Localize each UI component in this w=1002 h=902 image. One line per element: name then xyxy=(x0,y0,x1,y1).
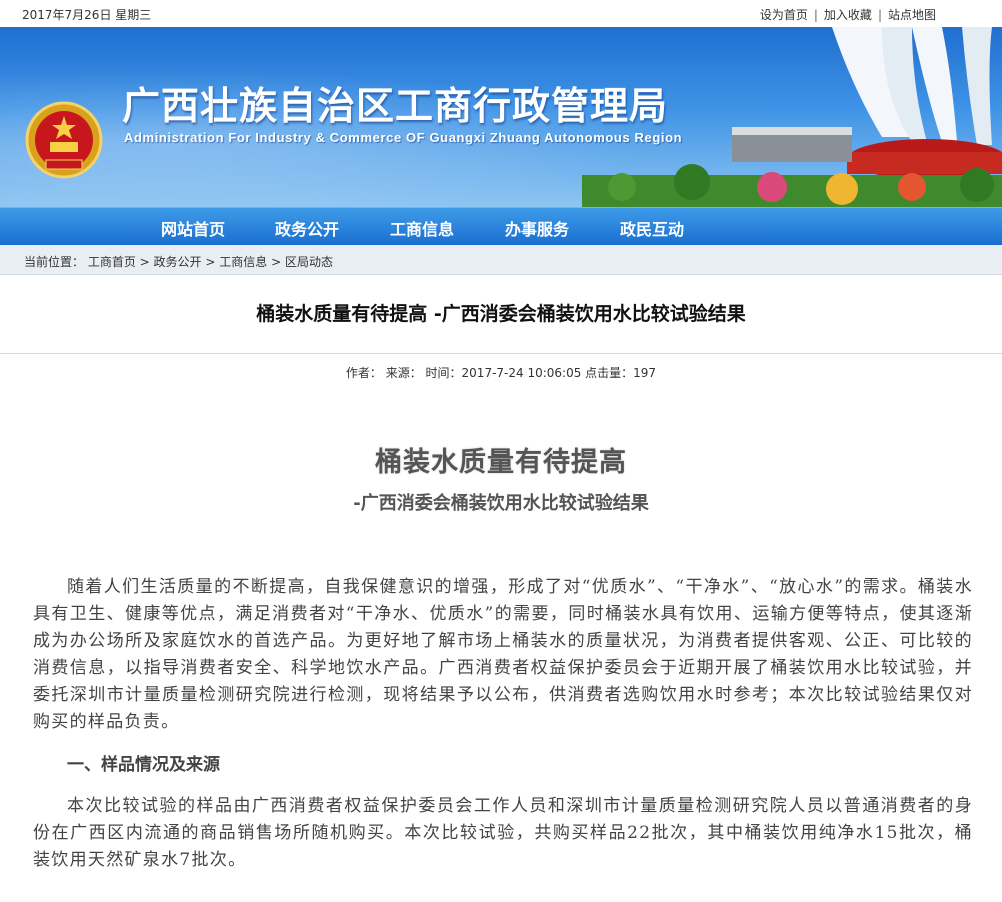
main-nav: 网站首页 政务公开 工商信息 办事服务 政民互动 xyxy=(0,207,1002,245)
top-bar: 2017年7月26日 星期三 设为首页 | 加入收藏 | 站点地图 xyxy=(0,0,1002,27)
breadcrumb-label: 当前位置： xyxy=(24,255,85,269)
top-links: 设为首页 | 加入收藏 | 站点地图 xyxy=(759,8,936,22)
document-subheading: -广西消委会桶装饮用水比较试验结果 xyxy=(353,493,649,514)
nav-item-home[interactable]: 网站首页 xyxy=(161,216,225,240)
document-heading: 桶装水质量有待提高 xyxy=(375,447,627,478)
nav-item-interaction[interactable]: 政民互动 xyxy=(620,216,684,240)
article-meta: 作者： 来源： 时间：2017-7-24 10:06:05 点击量：197 xyxy=(345,366,657,380)
breadcrumb-item-gov[interactable]: 政务公开 xyxy=(154,255,202,269)
article-title: 桶装水质量有待提高 -广西消委会桶装饮用水比较试验结果 xyxy=(0,275,1002,354)
nav-item-business-info[interactable]: 工商信息 xyxy=(390,216,454,240)
set-home-link[interactable]: 设为首页 xyxy=(760,8,808,22)
breadcrumb-item-home[interactable]: 工商首页 xyxy=(88,255,136,269)
add-favorite-link[interactable]: 加入收藏 xyxy=(824,8,872,22)
nav-item-government-affairs[interactable]: 政务公开 xyxy=(275,216,339,240)
sitemap-link[interactable]: 站点地图 xyxy=(888,8,936,22)
convention-center-image xyxy=(582,27,1002,207)
section-heading: 一、样品情况及来源 xyxy=(67,755,220,775)
nav-item-services[interactable]: 办事服务 xyxy=(505,216,569,240)
national-emblem-icon xyxy=(25,101,103,179)
paragraph-samples: 本次比较试验的样品由广西消费者权益保护委员会工作人员和深圳市计量质量检测研究院人… xyxy=(33,796,973,870)
breadcrumb-item-news[interactable]: 区局动态 xyxy=(285,255,333,269)
current-date: 2017年7月26日 星期三 xyxy=(22,8,152,22)
header-banner: 广西壮族自治区工商行政管理局 Administration For Indust… xyxy=(0,27,1002,207)
article-body: 随着人们生活质量的不断提高，自我保健意识的增强，形成了对“优质水”、“干净水”、… xyxy=(33,574,973,874)
breadcrumb-item-info[interactable]: 工商信息 xyxy=(219,255,267,269)
breadcrumb: 当前位置： 工商首页 > 政务公开 > 工商信息 > 区局动态 xyxy=(0,245,1002,275)
paragraph-intro: 随着人们生活质量的不断提高，自我保健意识的增强，形成了对“优质水”、“干净水”、… xyxy=(33,577,973,732)
